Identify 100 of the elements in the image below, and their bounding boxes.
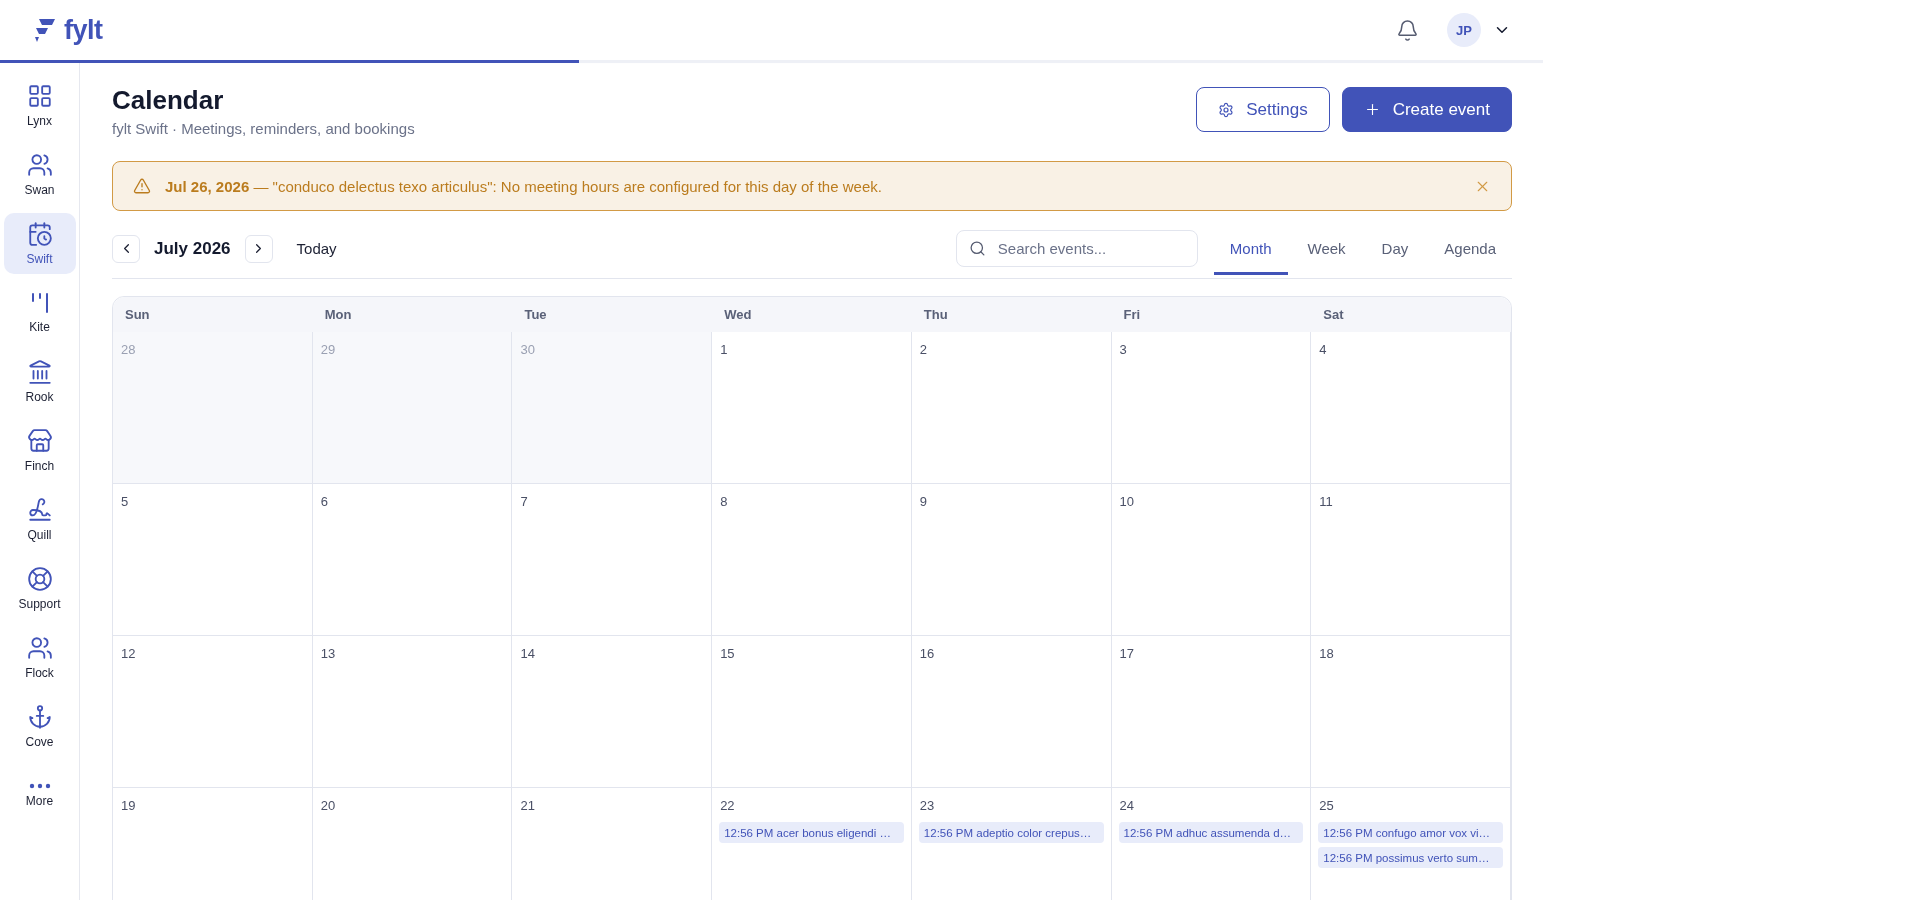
previous-month-button[interactable] (112, 234, 140, 263)
sidebar-item[interactable]: Swan (3, 144, 76, 205)
create-event-button[interactable]: Create event (1341, 87, 1512, 132)
sidebar-item[interactable]: Quill (3, 489, 76, 550)
day-cell[interactable]: 3 (1111, 332, 1312, 484)
day-cell[interactable]: 2 (911, 332, 1112, 484)
day-cell[interactable]: 4 (1311, 332, 1511, 484)
day-cell[interactable]: 1 (712, 332, 912, 484)
weekday-header: Thu (911, 297, 1112, 332)
day-number: 23 (918, 798, 936, 813)
day-number: 11 (1318, 494, 1334, 509)
weekday-header: Tue (512, 297, 713, 332)
nav-icon (26, 566, 53, 592)
day-number: 13 (319, 646, 337, 661)
day-number: 10 (1118, 494, 1136, 509)
sidebar-item[interactable]: Rook (3, 351, 76, 412)
day-number: 5 (120, 494, 130, 509)
day-number: 25 (1318, 798, 1335, 813)
today-button[interactable]: Today (290, 239, 343, 258)
weekday-header: Fri (1111, 297, 1312, 332)
day-cell[interactable]: 16 (911, 636, 1112, 788)
day-cell[interactable]: 14 (512, 636, 713, 788)
sidebar-item[interactable]: More (3, 765, 76, 826)
day-number: 12 (120, 646, 137, 661)
nav-icon (26, 428, 53, 454)
view-tab[interactable]: Month (1213, 222, 1288, 275)
day-cell[interactable]: 12 (113, 636, 313, 788)
day-number: 1 (719, 342, 729, 357)
day-number: 2 (918, 342, 929, 357)
day-number: 29 (319, 342, 337, 357)
logo-text: fylt (64, 14, 103, 46)
current-month: July 2026 (154, 238, 231, 259)
next-month-button[interactable] (244, 234, 273, 263)
nav-icon (26, 83, 53, 109)
sidebar-item[interactable]: Flock (3, 627, 76, 688)
page-subtitle: fylt Swift · Meetings, reminders, and bookings (112, 120, 415, 137)
day-number: 15 (719, 646, 736, 661)
day-cell[interactable]: 18 (1311, 636, 1511, 788)
search-field[interactable]: Search events... (955, 230, 1198, 267)
day-number: 28 (120, 342, 137, 357)
event-chip[interactable]: 12:56 PM adeptio color crepus… (918, 822, 1104, 843)
day-cell[interactable]: 7 (512, 484, 713, 636)
nav-icon (26, 497, 53, 523)
day-number: 17 (1118, 646, 1136, 661)
search-icon (968, 240, 986, 257)
sidebar-item[interactable]: Cove (3, 696, 76, 757)
event-chip[interactable]: 12:56 PM adhuc assumenda d… (1118, 822, 1304, 843)
user-avatar[interactable]: JP (1447, 13, 1481, 47)
day-cell[interactable]: 17 (1111, 636, 1312, 788)
day-number: 19 (120, 798, 137, 813)
day-cell[interactable]: 10 (1111, 484, 1312, 636)
day-number: 18 (1318, 646, 1335, 661)
day-number: 7 (519, 494, 529, 509)
day-number: 20 (319, 798, 337, 813)
sidebar-item[interactable]: Kite (3, 282, 76, 343)
day-cell[interactable]: 9 (911, 484, 1112, 636)
weekday-header: Sun (113, 297, 313, 332)
day-number: 3 (1118, 342, 1128, 357)
sidebar-item[interactable]: Finch (3, 420, 76, 481)
logo-icon (32, 17, 58, 43)
warning-icon (133, 177, 151, 195)
weekday-header: Sat (1311, 297, 1511, 332)
event-chip[interactable]: 12:56 PM acer bonus eligendi … (719, 822, 904, 843)
settings-button[interactable]: Settings (1196, 87, 1330, 132)
nav-icon (26, 359, 53, 385)
page-title: Calendar (112, 85, 225, 116)
event-chip[interactable]: 12:56 PM possimus verto sum… (1318, 847, 1503, 868)
day-number: 14 (519, 646, 536, 661)
nav-icon (26, 152, 53, 178)
warning-text: Jul 26, 2026 — "conduco delectus texo articulus": No meeting hours are configured for this day of the week. (165, 177, 883, 195)
gear-icon (1218, 101, 1235, 118)
sidebar-item[interactable]: Swift (3, 213, 76, 274)
day-number: 8 (719, 494, 729, 509)
day-number: 22 (719, 798, 736, 813)
day-number: 9 (918, 494, 929, 509)
day-number: 21 (519, 798, 536, 813)
day-cell[interactable]: 13 (312, 636, 513, 788)
day-number: 6 (319, 494, 329, 509)
view-tab[interactable]: Day (1365, 222, 1425, 275)
day-number: 16 (918, 646, 936, 661)
day-number: 4 (1318, 342, 1328, 357)
day-cell[interactable]: 11 (1311, 484, 1511, 636)
weekday-header: Mon (312, 297, 513, 332)
sidebar-item[interactable]: Lynx (3, 75, 76, 136)
nav-icon (26, 221, 53, 247)
nav-icon (26, 704, 53, 730)
sidebar-item[interactable]: Support (3, 558, 76, 619)
day-cell[interactable]: 8 (712, 484, 912, 636)
day-cell[interactable]: 6 (312, 484, 513, 636)
day-cell[interactable]: 5 (113, 484, 313, 636)
event-chip[interactable]: 12:56 PM confugo amor vox vi… (1318, 822, 1503, 843)
nav-icon (26, 635, 53, 661)
weekday-header: Wed (712, 297, 912, 332)
day-number: 24 (1118, 798, 1136, 813)
day-number: 30 (519, 342, 536, 357)
view-tab[interactable]: Week (1291, 222, 1362, 275)
day-cell[interactable]: 15 (712, 636, 912, 788)
notification-bell-icon[interactable] (1396, 18, 1419, 42)
view-tab[interactable]: Agenda (1428, 222, 1512, 275)
dots-icon (28, 783, 51, 789)
